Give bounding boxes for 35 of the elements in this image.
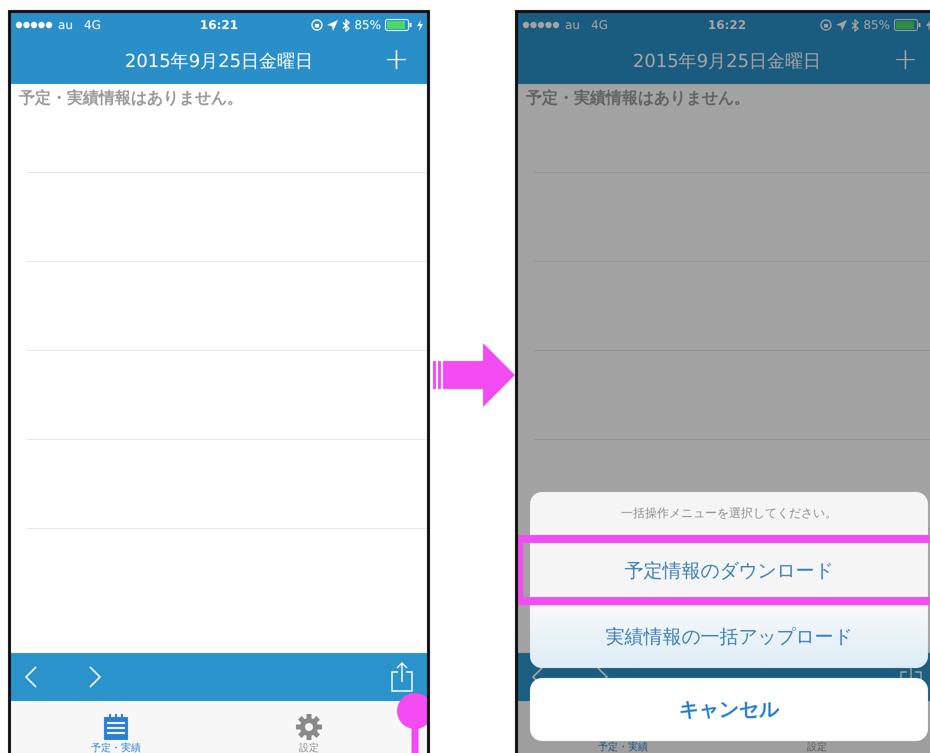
network-type: 4G (84, 18, 101, 32)
carrier-name: au (58, 18, 73, 32)
cancel-button[interactable]: キャンセル (530, 678, 928, 741)
share-icon[interactable] (391, 662, 413, 692)
tab-label[interactable]: 予定・実績 (598, 742, 648, 753)
battery-percent: 85% (863, 18, 890, 32)
location-icon (836, 20, 848, 30)
location-icon (327, 20, 338, 30)
bluetooth-icon (851, 18, 860, 32)
carrier-name: au (565, 18, 580, 32)
add-button[interactable]: + (888, 43, 922, 77)
tab-label[interactable]: 設定 (299, 743, 319, 753)
gear-icon (295, 713, 323, 741)
network-type: 4G (590, 18, 608, 32)
battery-icon (384, 19, 413, 31)
forward-chevron-icon[interactable] (89, 666, 101, 688)
empty-message: 予定・実績情報はありません。 (526, 88, 750, 109)
bluetooth-icon (342, 18, 350, 32)
tab-label[interactable]: 設定 (807, 742, 827, 753)
signal-icon (15, 21, 53, 29)
back-chevron-icon[interactable] (25, 666, 37, 688)
empty-message: 予定・実績情報はありません。 (19, 88, 243, 109)
sheet-title: 一括操作メニューを選択してください。 (530, 492, 928, 536)
battery-icon (894, 19, 922, 31)
rotation-lock-icon (311, 19, 324, 31)
battery-percent: 85% (354, 18, 381, 32)
tab-label[interactable]: 予定・実績 (91, 743, 141, 753)
notebook-icon (102, 713, 130, 741)
nav-title: 2015年9月25日金曜日 (632, 50, 822, 72)
nav-title: 2015年9月25日金曜日 (124, 50, 314, 72)
rotation-lock-icon (820, 19, 832, 31)
signal-icon (522, 21, 560, 29)
add-button[interactable]: + (380, 43, 413, 77)
status-time: 16:22 (708, 18, 746, 32)
status-time: 16:21 (200, 18, 238, 32)
